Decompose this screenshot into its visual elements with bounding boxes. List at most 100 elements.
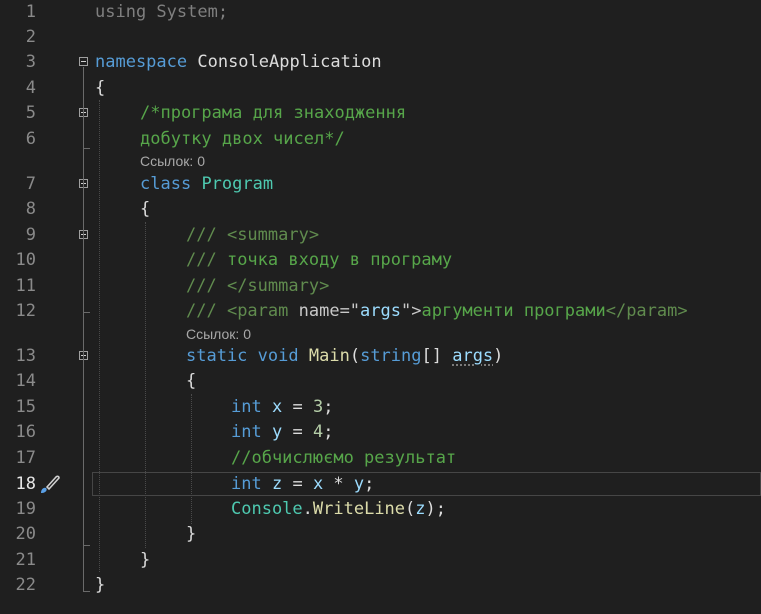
line-number: 4 bbox=[25, 78, 36, 98]
operator: = bbox=[282, 397, 313, 417]
variable: y bbox=[353, 474, 365, 494]
code-line-22[interactable]: } bbox=[95, 573, 105, 597]
indent-guide bbox=[145, 222, 146, 548]
code-line-21[interactable]: } bbox=[140, 548, 150, 572]
comment: /*програма для знаходження bbox=[140, 103, 407, 123]
keyword: using bbox=[95, 2, 147, 22]
code-line-18[interactable]: int z = x * y; bbox=[231, 472, 374, 496]
keyword: int bbox=[231, 474, 262, 494]
code-line-1[interactable]: using System; bbox=[95, 0, 228, 24]
code-line-10[interactable]: /// точка входу в програму bbox=[186, 248, 452, 272]
line-number: 3 bbox=[25, 52, 36, 72]
paren: ( bbox=[349, 346, 361, 366]
fold-outline bbox=[83, 148, 90, 149]
fold-outline bbox=[83, 312, 90, 313]
operator: = bbox=[282, 422, 313, 442]
indent-guide bbox=[99, 100, 100, 572]
semicolon: ; bbox=[364, 474, 375, 494]
xml-tag: </param> bbox=[605, 301, 688, 321]
doc-comment-prefix: /// bbox=[186, 276, 227, 296]
line-number: 19 bbox=[15, 499, 36, 519]
indent-guide bbox=[191, 394, 192, 524]
line-number: 15 bbox=[15, 397, 36, 417]
line-number: 7 bbox=[25, 174, 36, 194]
collapse-namespace-icon[interactable] bbox=[79, 57, 88, 66]
method-name: WriteLine bbox=[312, 499, 406, 519]
xml-attribute-value: args bbox=[360, 301, 401, 321]
line-number: 9 bbox=[25, 225, 36, 245]
code-line-9[interactable]: /// <summary> bbox=[186, 223, 319, 247]
semicolon: ; bbox=[323, 422, 334, 442]
brace: { bbox=[95, 78, 106, 98]
line-number-gutter: 1 2 3 4 5 6 7 8 9 10 11 12 13 14 15 16 1… bbox=[0, 0, 78, 614]
line-number: 20 bbox=[15, 524, 36, 544]
code-line-3[interactable]: namespace ConsoleApplication bbox=[95, 50, 382, 74]
operator: = bbox=[282, 474, 313, 494]
paren: ); bbox=[425, 499, 447, 519]
brace: { bbox=[186, 371, 197, 391]
line-number: 14 bbox=[15, 371, 36, 391]
line-number: 13 bbox=[15, 346, 36, 366]
line-number: 21 bbox=[15, 550, 36, 570]
code-line-5[interactable]: /*програма для знаходження bbox=[140, 101, 406, 125]
code-lens-references[interactable]: Ссылок: 0 bbox=[140, 152, 205, 170]
code-line-8[interactable]: { bbox=[140, 197, 150, 221]
doc-comment-text: точка входу в програму bbox=[226, 250, 453, 270]
keyword: class bbox=[140, 174, 192, 194]
code-line-11[interactable]: /// </summary> bbox=[186, 274, 329, 298]
operator: * bbox=[323, 474, 354, 494]
doc-comment-text: аргументи програми bbox=[421, 301, 606, 321]
doc-comment-prefix: /// bbox=[186, 225, 227, 245]
code-line-7[interactable]: class Program bbox=[140, 172, 273, 196]
variable: x bbox=[312, 474, 324, 494]
brackets: [] bbox=[421, 346, 453, 366]
code-line-16[interactable]: int y = 4; bbox=[231, 420, 333, 444]
code-line-14[interactable]: { bbox=[186, 369, 196, 393]
line-number: 17 bbox=[15, 448, 36, 468]
line-number: 10 bbox=[15, 250, 36, 270]
xml-tag: <param bbox=[226, 301, 299, 321]
doc-comment-prefix: /// bbox=[186, 250, 227, 270]
line-number: 5 bbox=[25, 103, 36, 123]
xml-equals: =" bbox=[339, 301, 361, 321]
brace: } bbox=[186, 524, 197, 544]
code-line-4[interactable]: { bbox=[95, 76, 105, 100]
variable: x bbox=[271, 397, 283, 417]
code-line-13[interactable]: static void Main(string[] args) bbox=[186, 344, 503, 368]
number: 3 bbox=[312, 397, 324, 417]
keyword: int bbox=[231, 422, 262, 442]
brace: } bbox=[95, 575, 106, 595]
code-line-19[interactable]: Console.WriteLine(z); bbox=[231, 497, 446, 521]
line-number: 11 bbox=[15, 276, 36, 296]
variable: z bbox=[415, 499, 426, 519]
fold-outline bbox=[83, 240, 84, 312]
line-number: 16 bbox=[15, 422, 36, 442]
code-lens-references[interactable]: Ссылок: 0 bbox=[186, 325, 251, 343]
xml-tag: </summary> bbox=[226, 276, 330, 296]
keyword: namespace bbox=[95, 52, 188, 72]
line-number: 6 bbox=[25, 129, 36, 149]
line-number: 22 bbox=[15, 575, 36, 595]
brace: { bbox=[140, 199, 151, 219]
code-line-17[interactable]: //обчислюємо результат bbox=[231, 446, 456, 470]
paren: ( bbox=[405, 499, 416, 519]
line-number-active: 18 bbox=[15, 474, 36, 494]
comment: добутку двох чисел*/ bbox=[140, 129, 345, 149]
code-line-6[interactable]: добутку двох чисел*/ bbox=[140, 127, 345, 151]
code-line-12[interactable]: /// <param name="args">аргументи програм… bbox=[186, 299, 688, 323]
code-line-20[interactable]: } bbox=[186, 522, 196, 546]
number: 4 bbox=[312, 422, 324, 442]
comment: //обчислюємо результат bbox=[231, 448, 457, 468]
paintbrush-icon[interactable] bbox=[38, 473, 62, 495]
xml-attribute: name bbox=[298, 301, 340, 321]
variable: z bbox=[271, 474, 283, 494]
keyword: static bbox=[186, 346, 248, 366]
current-line-highlight bbox=[92, 472, 761, 496]
method-name: Main bbox=[308, 346, 350, 366]
code-line-15[interactable]: int x = 3; bbox=[231, 395, 333, 419]
code-text: System; bbox=[146, 2, 229, 22]
class-name: Program bbox=[201, 174, 274, 194]
code-editor[interactable]: 1 2 3 4 5 6 7 8 9 10 11 12 13 14 15 16 1… bbox=[0, 0, 761, 614]
line-number: 2 bbox=[25, 27, 36, 47]
line-number: 12 bbox=[15, 301, 36, 321]
